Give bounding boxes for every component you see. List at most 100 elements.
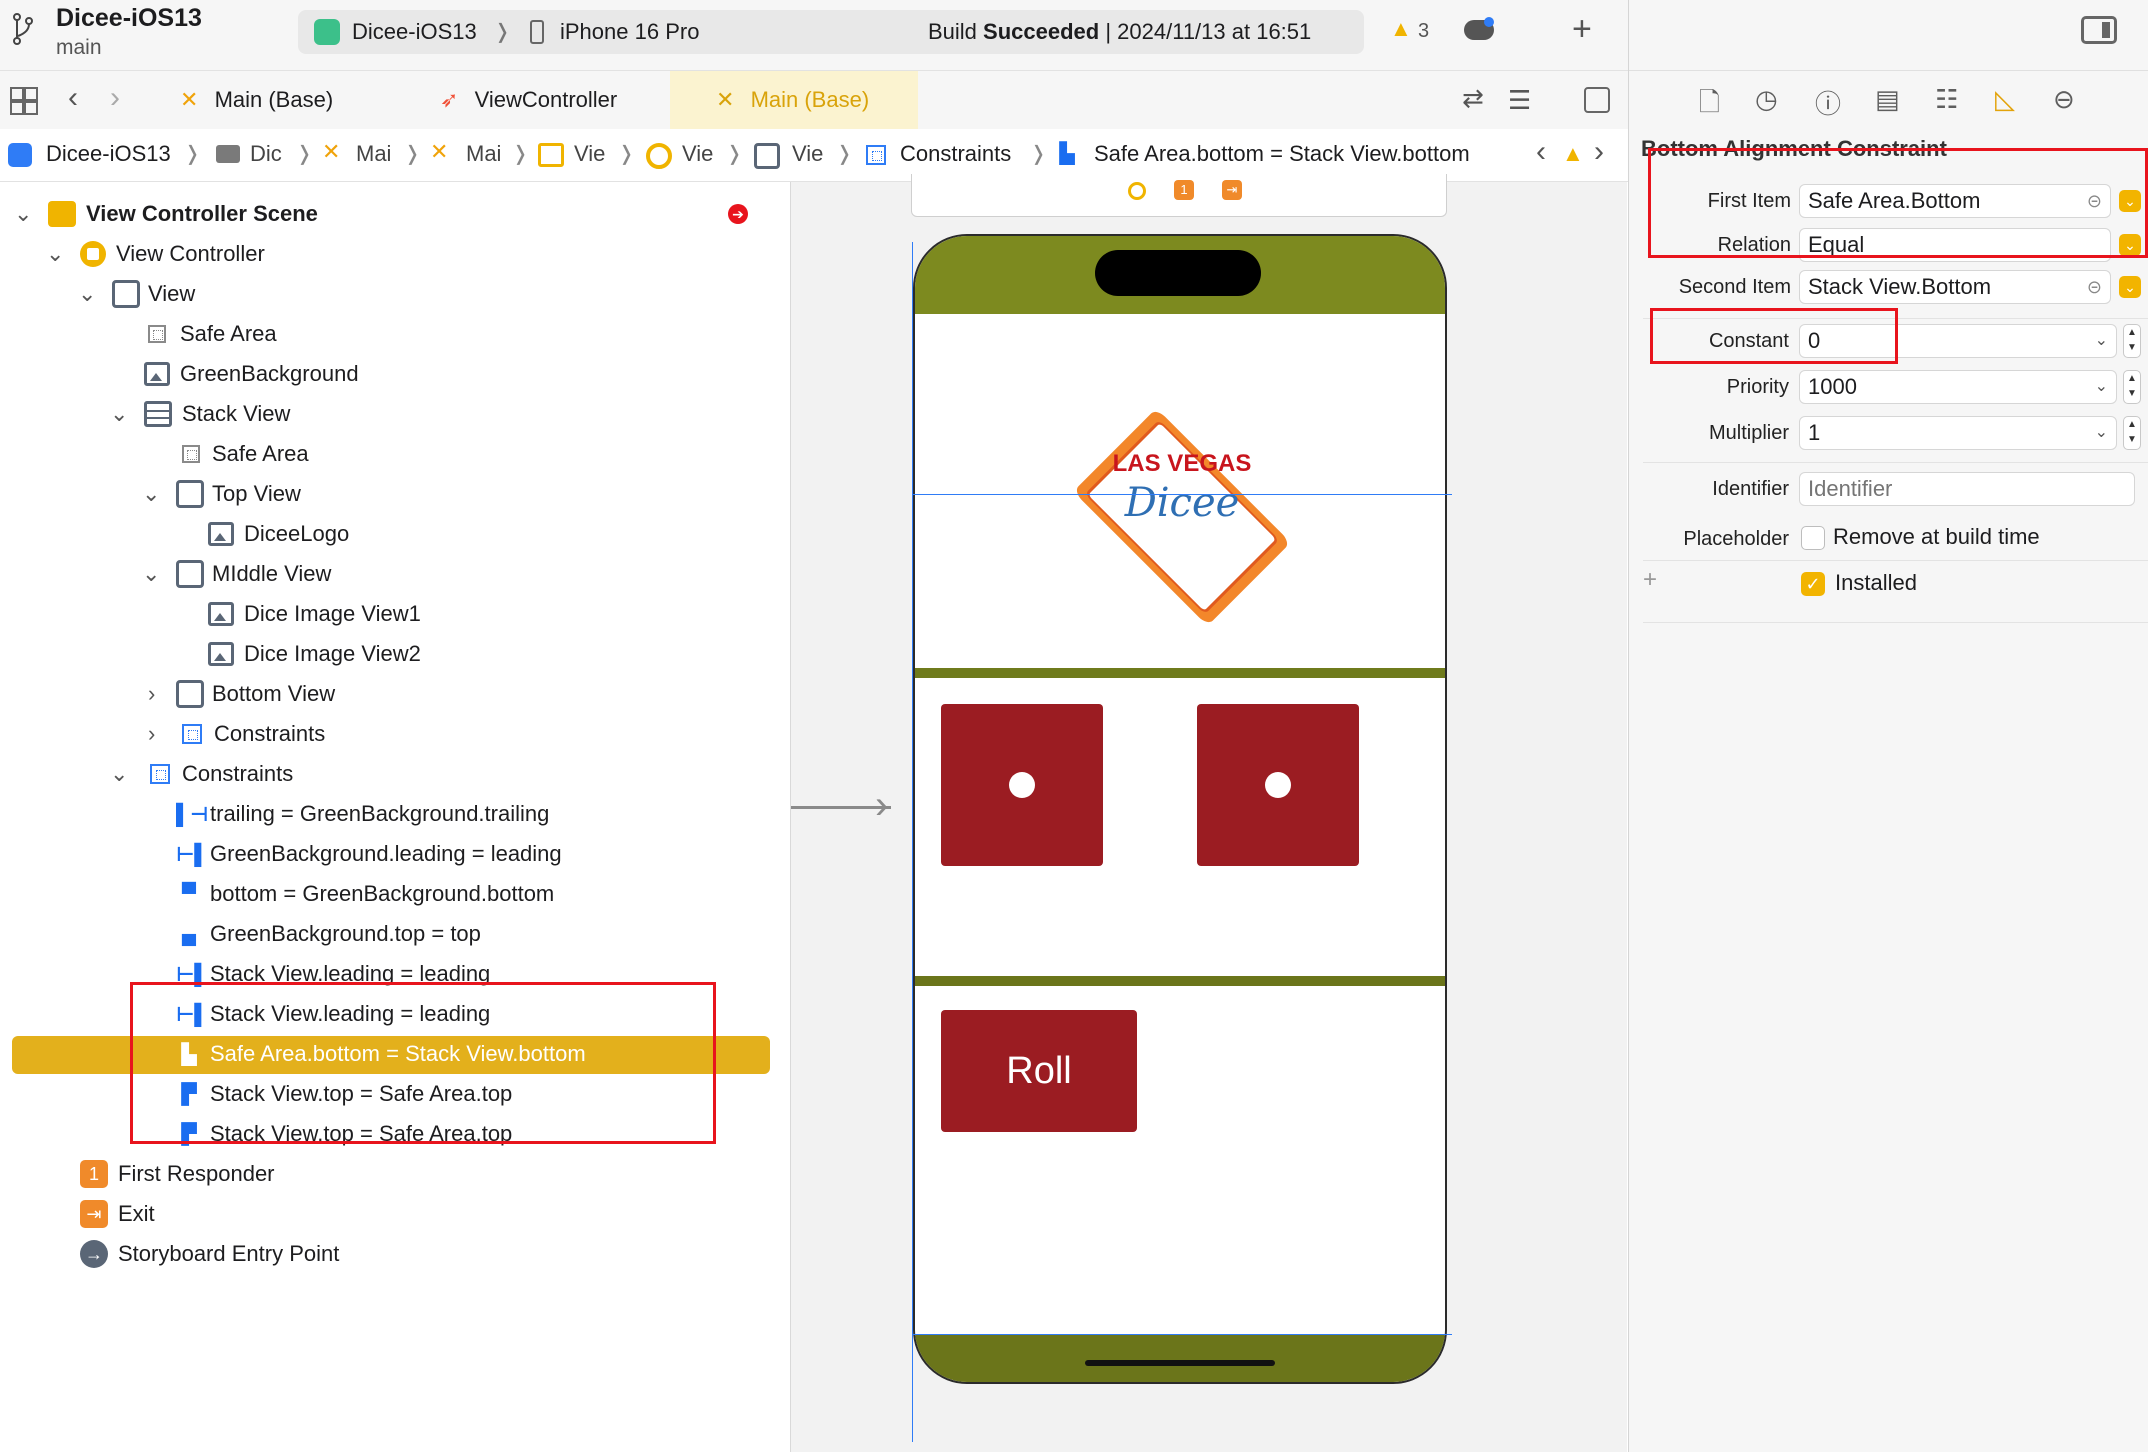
- outline-row-middle-view[interactable]: ⌄ MIddle View: [142, 554, 331, 594]
- outline-row-entry-point[interactable]: → Storyboard Entry Point: [80, 1234, 339, 1274]
- editor-tab-bar: ‹ › ✕ Main (Base) ➶ ViewController ✕ Mai…: [0, 70, 1628, 130]
- arrow-circle-icon[interactable]: ⊝: [2087, 271, 2102, 303]
- back-icon[interactable]: ‹: [68, 81, 78, 115]
- dice-image-1[interactable]: [941, 704, 1103, 866]
- outline-row-constraint[interactable]: ⊢▌ GreenBackground.leading = leading: [176, 834, 562, 874]
- outline-label: Stack View: [182, 401, 291, 426]
- outline-row-stack-view[interactable]: ⌄ Stack View: [110, 394, 290, 434]
- chevron-down-icon[interactable]: ⌄: [14, 201, 48, 227]
- identity-inspector-icon[interactable]: ▤: [1875, 84, 1900, 115]
- view-controller-icon[interactable]: [1128, 182, 1146, 200]
- outline-row-stack-safe-area[interactable]: Safe Area: [182, 434, 309, 474]
- outline-row-safe-area[interactable]: Safe Area: [148, 314, 277, 354]
- previous-issue-icon[interactable]: ‹: [1536, 135, 1546, 169]
- outline-row-bottom-view[interactable]: › Bottom View: [148, 674, 335, 714]
- outline-row-dice1[interactable]: Dice Image View1: [208, 594, 421, 634]
- outline-row-view-controller[interactable]: ⌄ View Controller: [46, 234, 265, 274]
- device-selector[interactable]: iPhone 16 Pro: [560, 19, 699, 45]
- outline-row-stack-constraints[interactable]: › Constraints: [148, 714, 325, 754]
- chevron-down-icon[interactable]: ⌄: [2095, 417, 2108, 449]
- grid-icon[interactable]: [10, 87, 38, 115]
- roll-button[interactable]: Roll: [941, 1010, 1137, 1132]
- chevron-down-icon[interactable]: ⌄: [78, 281, 112, 307]
- outline-row-green-background[interactable]: GreenBackground: [144, 354, 359, 394]
- jump-item-storyboard[interactable]: Mai: [356, 141, 391, 167]
- forward-icon[interactable]: ›: [110, 81, 120, 115]
- phone-frame[interactable]: LAS VEGAS Dicee Roll: [913, 234, 1447, 1384]
- outline-row-top-view[interactable]: ⌄ Top View: [142, 474, 301, 514]
- outline-row-constraint[interactable]: ▌⊣ trailing = GreenBackground.trailing: [176, 794, 549, 834]
- outline-label: Top View: [212, 481, 301, 506]
- outline-row-view[interactable]: ⌄ View: [78, 274, 195, 314]
- outline-row-constraint[interactable]: ▄ GreenBackground.top = top: [176, 914, 481, 954]
- add-icon[interactable]: +: [1572, 10, 1592, 49]
- first-responder-icon: 1: [80, 1160, 108, 1188]
- file-inspector-icon[interactable]: 🗋: [1699, 84, 1720, 128]
- jump-item-constraints[interactable]: Constraints: [900, 141, 1011, 167]
- swap-icon[interactable]: ⇄: [1462, 83, 1484, 114]
- project-name[interactable]: Dicee-iOS13: [56, 4, 202, 33]
- storyboard-canvas[interactable]: 1 ⇥ › LAS VEGAS Dicee Roll: [791, 174, 1627, 1452]
- branch-name[interactable]: main: [56, 36, 102, 60]
- help-inspector-icon[interactable]: ⓘ: [1815, 84, 1841, 121]
- outline-row-dice2[interactable]: Dice Image View2: [208, 634, 421, 674]
- exit-icon[interactable]: ⇥: [1222, 180, 1242, 200]
- chevron-down-icon[interactable]: ⌄: [46, 241, 80, 267]
- priority-field[interactable]: 1000 ⌄: [1799, 370, 2117, 404]
- size-inspector-icon[interactable]: ◺: [1995, 84, 2015, 115]
- outline-row-constraint[interactable]: ▀ bottom = GreenBackground.bottom: [176, 874, 554, 914]
- first-responder-icon[interactable]: 1: [1174, 180, 1194, 200]
- dice-image-2[interactable]: [1197, 704, 1359, 866]
- cloud-icon[interactable]: [1464, 17, 1494, 40]
- outline-row-scene[interactable]: ⌄ View Controller Scene: [14, 194, 318, 234]
- attributes-inspector-icon[interactable]: ☷: [1935, 84, 1958, 115]
- priority-stepper[interactable]: ▲ ▼: [2123, 370, 2141, 404]
- jump-item-view[interactable]: Vie: [792, 141, 823, 167]
- second-item-menu-button[interactable]: ⌄: [2119, 276, 2141, 298]
- next-issue-icon[interactable]: ›: [1594, 135, 1604, 169]
- installed-checkbox[interactable]: ✓: [1801, 572, 1825, 596]
- outline-row-exit[interactable]: ⇥ Exit: [80, 1194, 155, 1234]
- chevron-down-icon[interactable]: ⌄: [142, 561, 176, 587]
- multiplier-field[interactable]: 1 ⌄: [1799, 416, 2117, 450]
- sidebar-toggle-icon[interactable]: [2081, 16, 2117, 44]
- chevron-down-icon[interactable]: ⌄: [110, 401, 144, 427]
- second-item-field[interactable]: Stack View.Bottom ⊝: [1799, 270, 2111, 304]
- warning-icon[interactable]: ▲: [1390, 16, 1412, 42]
- scheme-selector[interactable]: Dicee-iOS13: [352, 19, 477, 45]
- remove-at-build-time-checkbox[interactable]: [1801, 526, 1825, 550]
- jump-item-project[interactable]: Dicee-iOS13: [46, 141, 171, 167]
- jump-item-scene[interactable]: Vie: [574, 141, 605, 167]
- history-inspector-icon[interactable]: ◷: [1755, 84, 1778, 115]
- chevron-down-icon[interactable]: ⌄: [110, 761, 150, 787]
- jump-item-view-controller[interactable]: Vie: [682, 141, 713, 167]
- stack-view-icon: [144, 401, 172, 427]
- chevron-down-icon[interactable]: ⌄: [2095, 325, 2108, 357]
- add-editor-icon[interactable]: [1584, 87, 1610, 113]
- tab-main-base[interactable]: ✕ Main (Base): [180, 71, 390, 129]
- chevron-down-icon[interactable]: ⌄: [2095, 371, 2108, 403]
- chevron-down-icon[interactable]: ⌄: [142, 481, 176, 507]
- identifier-label: Identifier: [1712, 478, 1789, 500]
- warning-count[interactable]: 3: [1418, 20, 1429, 43]
- connections-inspector-icon[interactable]: ⊖: [2053, 84, 2075, 115]
- jump-item-selected-constraint[interactable]: Safe Area.bottom = Stack View.bottom: [1094, 141, 1470, 167]
- multiplier-stepper[interactable]: ▲ ▼: [2123, 416, 2141, 450]
- outline-row-first-responder[interactable]: 1 First Responder: [80, 1154, 275, 1194]
- outline-row-dicee-logo[interactable]: DiceeLogo: [208, 514, 349, 554]
- jump-item-storyboard-base[interactable]: Mai: [466, 141, 501, 167]
- add-variation-icon[interactable]: +: [1643, 566, 1657, 594]
- outline-row-constraints[interactable]: ⌄ Constraints: [110, 754, 293, 794]
- error-arrow-icon[interactable]: ➔: [728, 204, 748, 224]
- editor-options-icon[interactable]: ☰: [1508, 85, 1531, 116]
- outline-label: Storyboard Entry Point: [118, 1241, 340, 1266]
- outline-label: bottom = GreenBackground.bottom: [210, 881, 555, 906]
- warning-icon[interactable]: ▲: [1562, 141, 1584, 167]
- tab-viewcontroller[interactable]: ➶ ViewController: [440, 71, 660, 129]
- jump-item-folder[interactable]: Dic: [250, 141, 282, 167]
- chevron-right-icon[interactable]: ›: [148, 721, 182, 747]
- tab-main-base-active[interactable]: ✕ Main (Base): [670, 71, 918, 129]
- constant-stepper[interactable]: ▲ ▼: [2123, 324, 2141, 358]
- chevron-right-icon[interactable]: ›: [148, 681, 176, 707]
- identifier-input[interactable]: [1799, 472, 2135, 506]
